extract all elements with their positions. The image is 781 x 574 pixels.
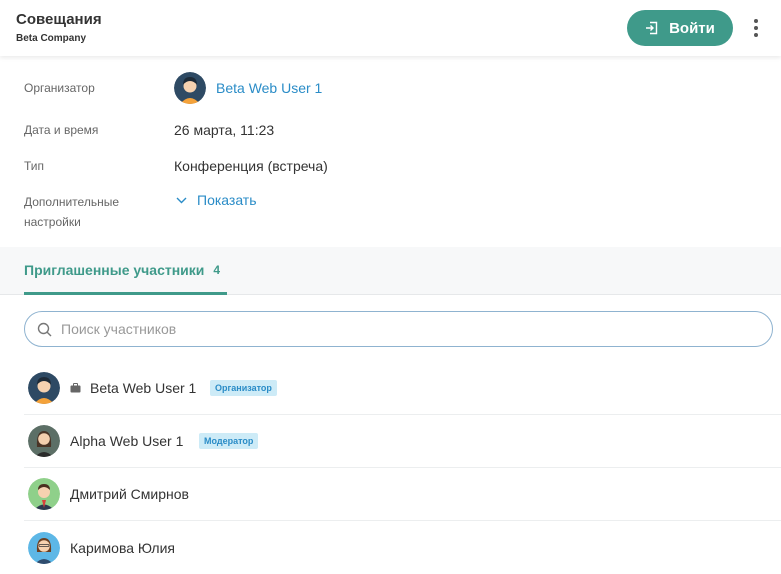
search-icon bbox=[37, 322, 52, 336]
participant-row[interactable]: Alpha Web User 1 Модератор bbox=[24, 415, 781, 468]
role-badge: Модератор bbox=[199, 433, 259, 449]
tab-invited-participants[interactable]: Приглашенные участники 4 bbox=[24, 247, 227, 295]
extra-settings-label-line2: настройки bbox=[24, 215, 81, 229]
briefcase-icon bbox=[70, 383, 81, 393]
avatar bbox=[28, 478, 60, 510]
organizer-link[interactable]: Beta Web User 1 bbox=[216, 80, 322, 96]
type-label: Тип bbox=[24, 159, 45, 173]
login-icon bbox=[646, 21, 658, 35]
tabs-bar: Приглашенные участники 4 bbox=[0, 247, 781, 295]
participant-search[interactable] bbox=[24, 311, 773, 347]
page-title: Совещания bbox=[16, 11, 102, 28]
participant-name: Дмитрий Смирнов bbox=[70, 486, 189, 502]
participants-list: Beta Web User 1 Организатор Alpha Web Us… bbox=[24, 362, 781, 574]
participant-name: Beta Web User 1 bbox=[90, 380, 197, 396]
join-button[interactable]: Войти bbox=[627, 10, 733, 46]
chevron-down-icon bbox=[176, 197, 187, 203]
participant-row[interactable]: Дмитрий Смирнов bbox=[24, 468, 781, 521]
datetime-value: 26 марта, 11:23 bbox=[174, 122, 275, 138]
tab-label: Приглашенные участники bbox=[24, 261, 205, 278]
avatar bbox=[28, 372, 60, 404]
show-settings-link[interactable]: Показать bbox=[176, 192, 257, 208]
avatar bbox=[28, 531, 60, 564]
join-button-label: Войти bbox=[669, 19, 715, 37]
participant-row[interactable]: Beta Web User 1 Организатор bbox=[24, 362, 781, 415]
show-settings-label: Показать bbox=[197, 192, 257, 208]
avatar bbox=[28, 425, 60, 457]
extra-settings-label-line1: Дополнительные bbox=[24, 195, 119, 209]
page-header: Совещания Beta Company Войти bbox=[0, 0, 781, 56]
tab-count: 4 bbox=[213, 262, 221, 277]
datetime-label: Дата и время bbox=[24, 123, 99, 137]
participant-name: Alpha Web User 1 bbox=[70, 433, 184, 449]
participant-name: Каримова Юлия bbox=[70, 539, 175, 556]
type-value: Конференция (встреча) bbox=[174, 158, 328, 174]
organizer-label: Организатор bbox=[24, 81, 95, 95]
search-input[interactable] bbox=[61, 321, 741, 337]
role-badge: Организатор bbox=[210, 380, 277, 396]
participant-row[interactable]: Каримова Юлия bbox=[24, 521, 781, 574]
company-name: Beta Company bbox=[16, 33, 87, 44]
organizer-avatar[interactable] bbox=[174, 72, 206, 104]
more-menu-icon[interactable] bbox=[748, 16, 764, 40]
meeting-details: Организатор Beta Web User 1 Дата и время… bbox=[0, 56, 781, 247]
